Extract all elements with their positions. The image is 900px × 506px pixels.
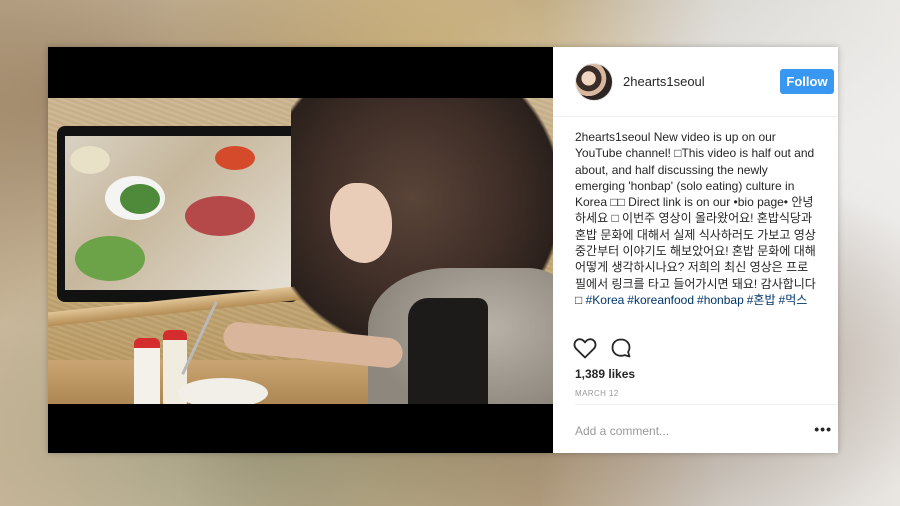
divider [575,404,838,405]
username[interactable]: 2hearts1seoul [623,74,780,89]
post-media[interactable] [48,47,553,453]
more-options-icon[interactable]: ••• [814,421,832,437]
caption-username[interactable]: 2hearts1seoul [575,130,650,144]
avatar[interactable] [575,62,613,101]
post-actions [573,337,633,359]
hashtag-link[interactable]: #Korea [586,293,625,307]
comment-icon[interactable] [609,337,633,359]
hashtag-link[interactable]: #honbap [697,293,744,307]
post-sidebar: 2hearts1seoul Follow 2hearts1seoul New v… [553,47,838,453]
post-photo [48,98,553,404]
like-count[interactable]: 1,389 likes [575,367,635,381]
post-header: 2hearts1seoul Follow [553,47,838,117]
instagram-post: 2hearts1seoul Follow 2hearts1seoul New v… [48,47,838,453]
follow-button[interactable]: Follow [780,69,834,94]
post-caption: 2hearts1seoul New video is up on our You… [553,117,838,337]
tablet-screen [65,136,291,290]
hashtag-link[interactable]: #혼밥 [747,293,776,307]
comment-input[interactable] [575,424,775,438]
hashtag-link[interactable]: #먹스 [779,293,808,307]
hashtag-link[interactable]: #koreanfood [627,293,694,307]
caption-text: New video is up on our YouTube channel! … [575,130,816,307]
post-date: MARCH 12 [575,389,619,398]
heart-icon[interactable] [573,337,597,359]
tablet-device [57,126,299,302]
hashtag-list: #Korea #koreanfood #honbap #혼밥 #먹스 [586,293,811,307]
